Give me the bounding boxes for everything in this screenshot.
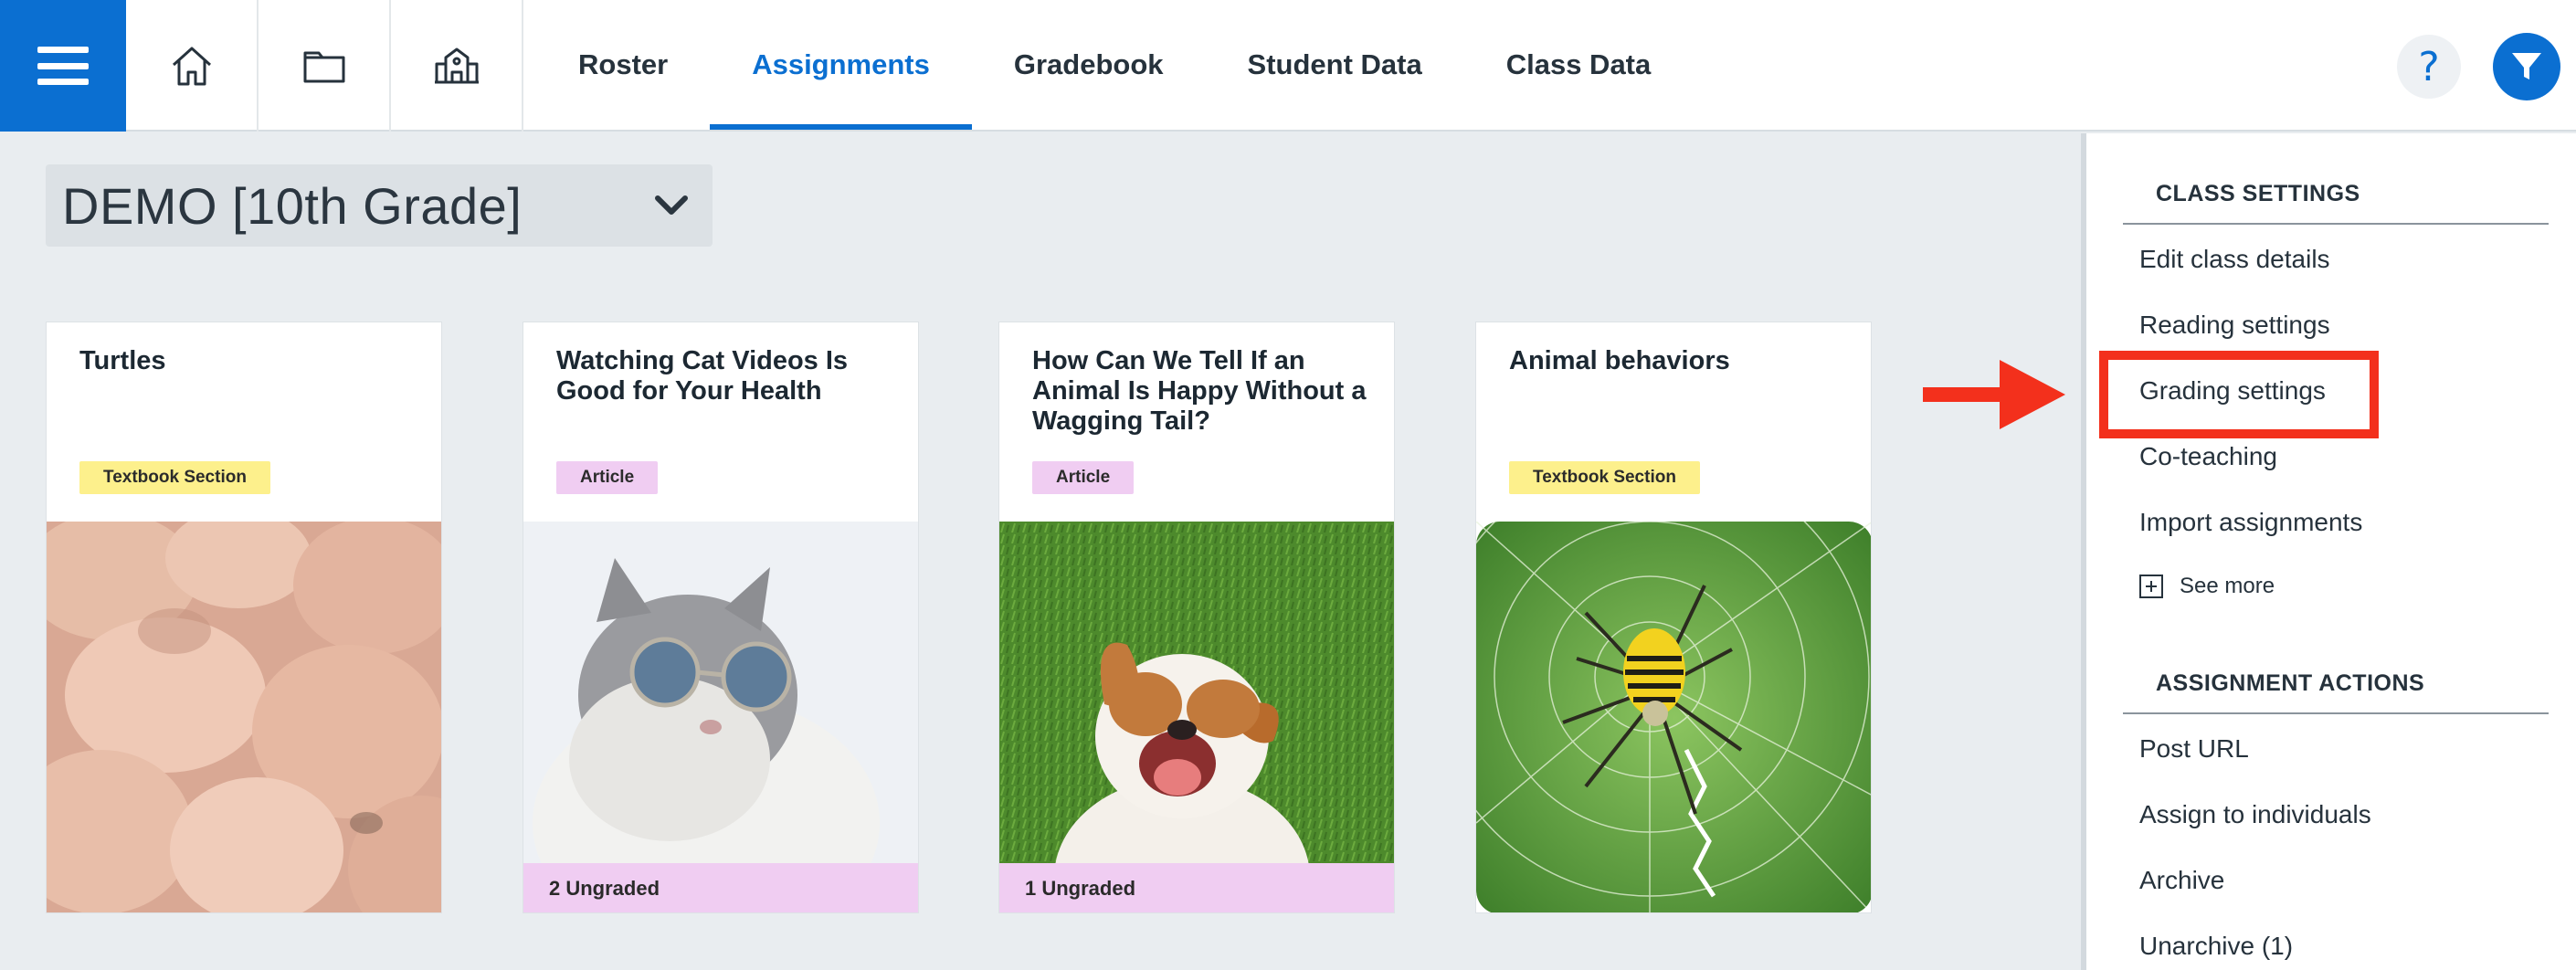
home-icon	[172, 47, 211, 86]
card-type-badge: Textbook Section	[79, 461, 270, 494]
card-title: Watching Cat Videos Is Good for Your Hea…	[556, 346, 849, 406]
top-navigation-bar: Roster Assignments Gradebook Student Dat…	[0, 0, 2576, 132]
turtle-eggs-image	[47, 522, 441, 912]
home-button[interactable]	[126, 0, 259, 132]
school-button[interactable]	[391, 0, 523, 132]
card-title: Turtles	[79, 346, 166, 375]
reading-settings-link[interactable]: Reading settings	[2139, 311, 2330, 340]
card-type-badge: Article	[1032, 461, 1135, 494]
happy-dog-image	[999, 522, 1394, 863]
assignment-actions-heading: ASSIGNMENT ACTIONS	[2156, 670, 2425, 696]
school-icon	[434, 47, 479, 84]
main-tabs: Roster Assignments Gradebook Student Dat…	[536, 0, 1693, 130]
class-selector-dropdown[interactable]: DEMO [10th Grade]	[46, 164, 713, 247]
post-url-link[interactable]: Post URL	[2139, 734, 2249, 764]
divider	[2123, 712, 2549, 714]
hamburger-menu-button[interactable]	[0, 0, 126, 132]
assignment-card-happy-animal[interactable]: How Can We Tell If an Animal Is Happy Wi…	[998, 322, 1395, 913]
red-arrow-annotation	[1923, 360, 2065, 429]
class-settings-heading: CLASS SETTINGS	[2156, 181, 2360, 206]
tab-student-data[interactable]: Student Data	[1206, 0, 1464, 130]
actions-sidebar: CLASS SETTINGS Edit class details Readin…	[2081, 133, 2576, 970]
ungraded-count: 2 Ungraded	[523, 863, 918, 912]
cat-sunglasses-image	[523, 522, 918, 863]
highlight-annotation-box	[2099, 351, 2379, 438]
archive-link[interactable]: Archive	[2139, 866, 2224, 895]
tab-gradebook[interactable]: Gradebook	[972, 0, 1206, 130]
see-more-button[interactable]: See more	[2139, 574, 2275, 599]
tab-class-data[interactable]: Class Data	[1464, 0, 1694, 130]
question-mark-icon: ?	[2418, 43, 2440, 90]
chevron-down-icon	[655, 195, 688, 215]
expand-plus-icon	[2139, 575, 2163, 598]
menu-icon	[37, 47, 89, 85]
tab-roster[interactable]: Roster	[536, 0, 710, 130]
filter-icon	[2512, 53, 2541, 79]
folder-icon	[303, 51, 344, 83]
assignment-card-animal-behaviors[interactable]: Animal behaviors Textbook Section	[1475, 322, 1872, 913]
help-button[interactable]: ?	[2397, 35, 2461, 99]
card-title: Animal behaviors	[1509, 346, 1730, 375]
assignment-card-cat-videos[interactable]: Watching Cat Videos Is Good for Your Hea…	[523, 322, 919, 913]
card-type-badge: Article	[556, 461, 659, 494]
filter-button[interactable]	[2493, 33, 2560, 100]
assign-to-individuals-link[interactable]: Assign to individuals	[2139, 800, 2371, 829]
see-more-label: See more	[2180, 574, 2275, 598]
ungraded-count: 1 Ungraded	[999, 863, 1394, 912]
edit-class-details-link[interactable]: Edit class details	[2139, 245, 2330, 274]
unarchive-link[interactable]: Unarchive (1)	[2139, 932, 2293, 961]
card-type-badge: Textbook Section	[1509, 461, 1700, 494]
assignment-card-turtles[interactable]: Turtles Textbook Section	[46, 322, 442, 913]
card-title: How Can We Tell If an Animal Is Happy Wi…	[1032, 346, 1367, 436]
import-assignments-link[interactable]: Import assignments	[2139, 508, 2362, 537]
co-teaching-link[interactable]: Co-teaching	[2139, 442, 2277, 471]
tab-assignments[interactable]: Assignments	[710, 0, 972, 130]
divider	[2123, 223, 2549, 225]
library-button[interactable]	[259, 0, 391, 132]
spider-web-image	[1476, 522, 1871, 912]
class-selector-value: DEMO [10th Grade]	[62, 176, 523, 235]
